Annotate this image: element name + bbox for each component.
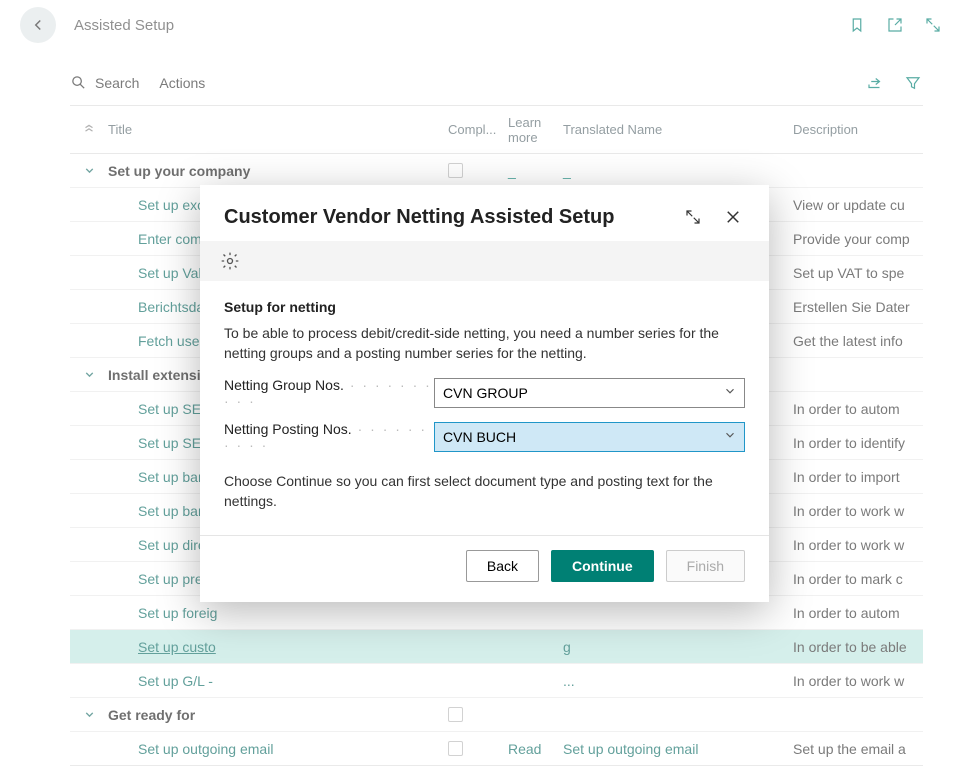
- gear-icon[interactable]: [220, 251, 240, 271]
- netting-group-combo[interactable]: [434, 378, 745, 408]
- field-netting-posting: Netting Posting Nos.· · · · · · · · · ·: [224, 421, 745, 453]
- netting-posting-combo[interactable]: [434, 422, 745, 452]
- finish-button: Finish: [666, 550, 745, 582]
- field-netting-group: Netting Group Nos.· · · · · · · · · ·: [224, 377, 745, 409]
- back-button[interactable]: Back: [466, 550, 539, 582]
- dialog-close-button[interactable]: [721, 205, 745, 229]
- section-title: Setup for netting: [224, 299, 745, 315]
- netting-setup-dialog: Customer Vendor Netting Assisted Setup S…: [200, 185, 769, 602]
- expand-icon: [684, 208, 702, 226]
- close-icon: [724, 208, 742, 226]
- dialog-toolbar: [200, 241, 769, 281]
- section-hint: Choose Continue so you can first select …: [224, 471, 745, 511]
- dialog-title: Customer Vendor Netting Assisted Setup: [224, 206, 681, 229]
- field-label-posting: Netting Posting Nos.: [224, 421, 352, 437]
- dialog-expand-button[interactable]: [681, 205, 705, 229]
- section-intro: To be able to process debit/credit-side …: [224, 323, 745, 363]
- continue-button[interactable]: Continue: [551, 550, 654, 582]
- field-label-group: Netting Group Nos.: [224, 377, 344, 393]
